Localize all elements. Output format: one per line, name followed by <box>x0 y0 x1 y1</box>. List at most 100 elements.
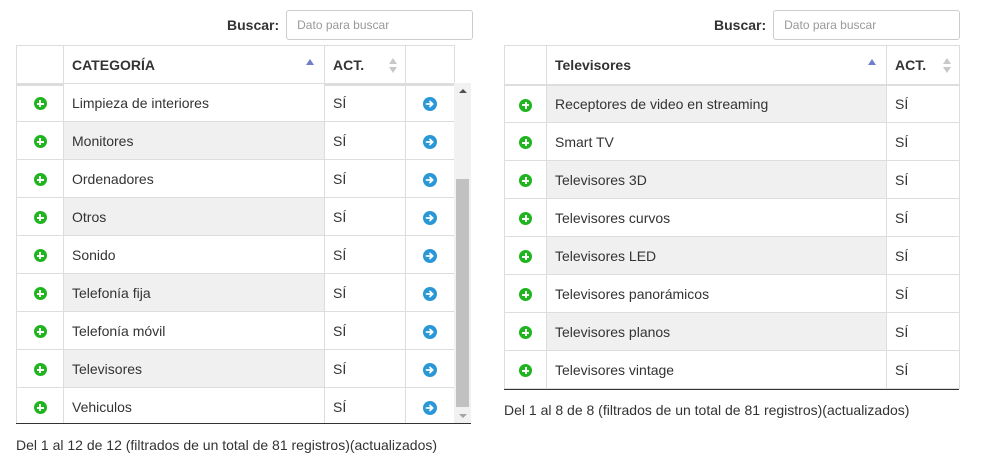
left-col-go <box>405 45 455 86</box>
add-cell[interactable] <box>504 312 547 351</box>
add-cell[interactable] <box>504 274 547 313</box>
act-value: SÍ <box>886 274 960 313</box>
arrow-right-circle-icon[interactable] <box>423 400 437 415</box>
category-name: Telefonía fija <box>63 273 325 312</box>
add-cell[interactable] <box>504 122 547 161</box>
table-row[interactable]: Televisores SÍ <box>16 349 455 388</box>
right-col-name[interactable]: Televisores <box>546 45 887 86</box>
add-cell[interactable] <box>16 83 64 122</box>
plus-circle-icon[interactable] <box>519 98 532 112</box>
plus-circle-icon[interactable] <box>33 173 47 187</box>
act-value: SÍ <box>324 197 406 236</box>
plus-circle-icon[interactable] <box>519 288 532 302</box>
table-row[interactable]: Televisores LED SÍ <box>504 236 960 275</box>
left-table-body[interactable]: Limpieza de interiores SÍ Monitores SÍ Orden… <box>16 83 471 424</box>
plus-circle-icon[interactable] <box>519 136 532 150</box>
go-cell[interactable] <box>405 121 455 160</box>
subcategory-name: Smart TV <box>546 122 887 161</box>
add-cell[interactable] <box>16 273 64 312</box>
add-cell[interactable] <box>504 236 547 275</box>
table-row[interactable]: Smart TV SÍ <box>504 122 960 161</box>
plus-circle-icon[interactable] <box>33 249 47 263</box>
go-cell[interactable] <box>405 197 455 236</box>
table-row[interactable]: Sonido SÍ <box>16 235 455 274</box>
table-row[interactable]: Televisores curvos SÍ <box>504 198 960 237</box>
scroll-thumb[interactable] <box>456 179 469 407</box>
go-cell[interactable] <box>405 235 455 274</box>
table-row[interactable]: Telefonía fija SÍ <box>16 273 455 312</box>
sort-ascending-icon <box>868 59 876 65</box>
act-value: SÍ <box>324 273 406 312</box>
table-row[interactable]: Monitores SÍ <box>16 121 455 160</box>
category-name: Telefonía móvil <box>63 311 325 350</box>
table-row[interactable]: Televisores planos SÍ <box>504 312 960 351</box>
go-cell[interactable] <box>405 311 455 350</box>
plus-circle-icon[interactable] <box>33 135 47 149</box>
left-scrollbar[interactable] <box>454 83 471 423</box>
left-search-input[interactable] <box>286 10 474 40</box>
table-row[interactable]: Limpieza de interiores SÍ <box>16 83 455 122</box>
plus-circle-icon[interactable] <box>33 325 47 339</box>
arrow-right-circle-icon[interactable] <box>423 210 437 225</box>
table-row[interactable]: Ordenadores SÍ <box>16 159 455 198</box>
go-cell[interactable] <box>405 387 455 423</box>
arrow-right-circle-icon[interactable] <box>423 134 437 149</box>
table-row[interactable]: Televisores panorámicos SÍ <box>504 274 960 313</box>
scroll-down-icon[interactable] <box>459 414 467 418</box>
plus-circle-icon[interactable] <box>33 287 47 301</box>
table-row[interactable]: Televisores vintage SÍ <box>504 350 960 389</box>
add-cell[interactable] <box>16 349 64 388</box>
category-name: Otros <box>63 197 325 236</box>
left-col-category[interactable]: CATEGORÍA <box>63 45 325 86</box>
add-cell[interactable] <box>16 197 64 236</box>
sort-both-icon <box>943 58 951 74</box>
arrow-right-circle-icon[interactable] <box>423 324 437 339</box>
add-cell[interactable] <box>504 84 547 123</box>
table-row[interactable]: Vehiculos SÍ <box>16 387 455 423</box>
act-value: SÍ <box>324 311 406 350</box>
arrow-right-circle-icon[interactable] <box>423 362 437 377</box>
table-row[interactable]: Receptores de video en streaming SÍ <box>504 84 960 123</box>
add-cell[interactable] <box>504 160 547 199</box>
left-col-act[interactable]: ACT. <box>324 45 406 86</box>
sort-ascending-icon <box>306 59 314 65</box>
plus-circle-icon[interactable] <box>519 326 532 340</box>
plus-circle-icon[interactable] <box>519 212 532 226</box>
add-cell[interactable] <box>504 350 547 389</box>
go-cell[interactable] <box>405 349 455 388</box>
arrow-right-circle-icon[interactable] <box>423 172 437 187</box>
go-cell[interactable] <box>405 159 455 198</box>
right-col-name-label: Televisores <box>555 56 632 73</box>
add-cell[interactable] <box>16 159 64 198</box>
plus-circle-icon[interactable] <box>33 363 47 377</box>
plus-circle-icon[interactable] <box>519 250 532 264</box>
plus-circle-icon[interactable] <box>33 211 47 225</box>
subcategory-name: Receptores de video en streaming <box>546 84 887 123</box>
add-cell[interactable] <box>16 121 64 160</box>
add-cell[interactable] <box>16 311 64 350</box>
table-row[interactable]: Televisores 3D SÍ <box>504 160 960 199</box>
right-col-act-label: ACT. <box>895 56 927 73</box>
arrow-right-circle-icon[interactable] <box>423 286 437 301</box>
plus-circle-icon[interactable] <box>519 364 532 378</box>
add-cell[interactable] <box>504 198 547 237</box>
add-cell[interactable] <box>16 235 64 274</box>
right-col-act[interactable]: ACT. <box>886 45 960 86</box>
arrow-right-circle-icon[interactable] <box>423 96 437 111</box>
go-cell[interactable] <box>405 273 455 312</box>
go-cell[interactable] <box>405 83 455 122</box>
table-row[interactable]: Otros SÍ <box>16 197 455 236</box>
plus-circle-icon[interactable] <box>33 401 47 415</box>
right-table-info: Del 1 al 8 de 8 (filtrados de un total d… <box>504 402 910 418</box>
plus-circle-icon[interactable] <box>519 174 532 188</box>
right-search-input[interactable] <box>773 10 961 40</box>
plus-circle-icon[interactable] <box>33 97 47 111</box>
scroll-up-icon[interactable] <box>459 89 467 93</box>
act-value: SÍ <box>886 236 960 275</box>
arrow-right-circle-icon[interactable] <box>423 248 437 263</box>
add-cell[interactable] <box>16 387 64 423</box>
right-col-add <box>504 45 547 86</box>
table-row[interactable]: Telefonía móvil SÍ <box>16 311 455 350</box>
act-value: SÍ <box>324 387 406 423</box>
subcategory-name: Televisores panorámicos <box>546 274 887 313</box>
